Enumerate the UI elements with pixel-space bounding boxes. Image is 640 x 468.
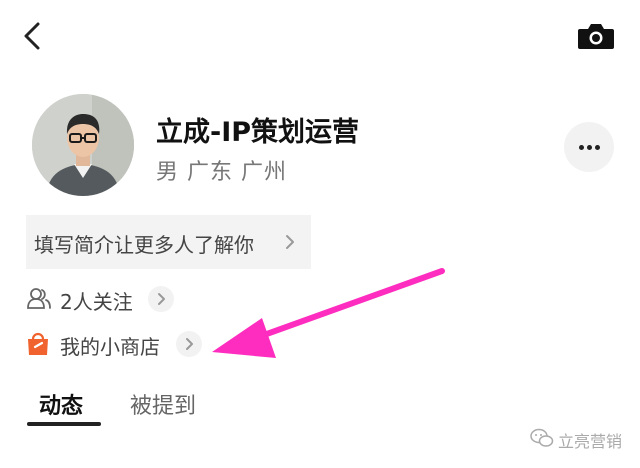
watermark-text: 立亮营销 (558, 432, 623, 451)
active-tab-indicator (27, 422, 101, 426)
wechat-icon (530, 428, 554, 447)
tab-mentions[interactable]: 被提到 (130, 388, 196, 420)
annotation-arrow (212, 268, 445, 358)
tab-posts[interactable]: 动态 (39, 388, 83, 420)
